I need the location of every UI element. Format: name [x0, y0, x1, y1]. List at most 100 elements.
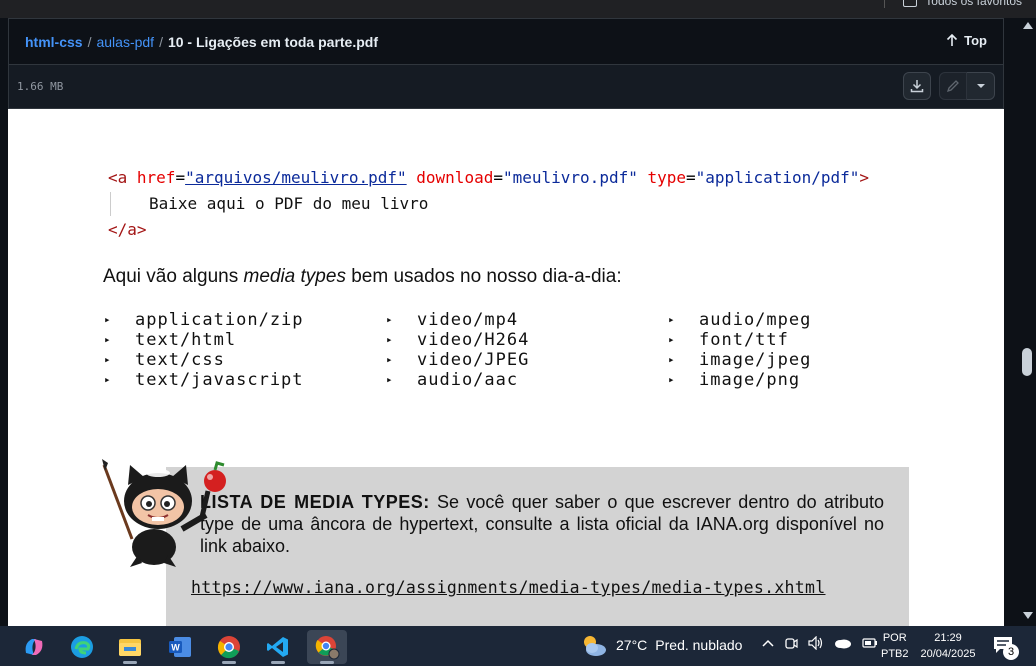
taskbar-vscode[interactable]: [258, 630, 298, 664]
battery-icon[interactable]: [862, 638, 878, 648]
breadcrumb-separator: /: [87, 33, 92, 50]
scroll-down-arrow-icon[interactable]: [1023, 612, 1033, 619]
partly-cloudy-icon: [584, 636, 606, 656]
vscode-icon: [267, 637, 288, 657]
media-type: video/mp4: [417, 310, 519, 330]
media-type: application/zip: [135, 310, 304, 330]
media-types-column-3: ▸ audio/mpeg ▸ font/ttf ▸ image/jpeg ▸ image…: [668, 310, 811, 390]
bullet-icon: ▸: [104, 353, 112, 366]
code-line-open-tag: <a href="arquivos/meulivro.pdf" download…: [108, 165, 869, 191]
code-example: <a href="arquivos/meulivro.pdf" download…: [108, 165, 869, 243]
code-attr-download: download: [406, 168, 494, 187]
code-line-close-tag: </a>: [108, 220, 147, 239]
breadcrumb-repo-link[interactable]: html-css: [25, 34, 83, 50]
callout-box: LISTA DE MEDIA TYPES: Se você quer saber…: [166, 467, 909, 626]
all-favorites-button[interactable]: Todos os favoritos: [884, 0, 1022, 8]
taskbar-chrome[interactable]: [209, 630, 249, 664]
list-item: ▸ video/mp4: [386, 310, 529, 330]
media-type: audio/mpeg: [699, 310, 812, 330]
arrow-up-icon: [947, 34, 958, 46]
edit-options-dropdown[interactable]: [967, 72, 995, 100]
taskbar-file-explorer[interactable]: [110, 630, 150, 664]
time: 21:29: [934, 632, 962, 644]
clock[interactable]: 21:29 20/04/2025: [918, 630, 978, 662]
octocat-painter-icon: [102, 459, 226, 567]
bullet-icon: ▸: [668, 313, 676, 326]
list-item: ▸ video/H264: [386, 330, 529, 350]
bullet-icon: ▸: [386, 313, 394, 326]
scrollbar-thumb[interactable]: [1022, 348, 1032, 376]
bullet-icon: ▸: [668, 353, 676, 366]
windows-taskbar: W 27°C Pred. nublado POR PTB2 21:29 20/0…: [0, 626, 1036, 666]
code-tag: <a: [108, 168, 137, 187]
code-line-content: Baixe aqui o PDF do meu livro: [108, 191, 869, 217]
intro-text: bem usados no nosso dia-a-dia:: [345, 266, 622, 287]
system-tray: [762, 636, 878, 650]
taskbar-copilot[interactable]: [14, 630, 54, 664]
taskbar-edge[interactable]: [62, 630, 102, 664]
running-indicator: [271, 661, 285, 664]
weather-widget[interactable]: 27°C Pred. nublado: [580, 632, 742, 658]
bullet-icon: ▸: [386, 373, 394, 386]
temperature: 27°C: [616, 637, 648, 653]
taskbar-word[interactable]: W: [160, 630, 200, 664]
list-item: ▸ application/zip: [104, 310, 304, 330]
language-code: POR: [882, 632, 907, 644]
media-type: audio/aac: [417, 370, 519, 390]
back-to-top-button[interactable]: Top: [946, 33, 987, 48]
bullet-icon: ▸: [104, 313, 112, 326]
list-item: ▸ image/jpeg: [668, 350, 811, 370]
list-item: ▸ text/html: [104, 330, 304, 350]
code-attr-type: type: [637, 168, 687, 187]
copilot-icon: [25, 639, 43, 655]
media-type: text/javascript: [135, 370, 304, 390]
weather-condition: Pred. nublado: [655, 637, 743, 653]
edit-button[interactable]: [939, 72, 967, 100]
date: 20/04/2025: [920, 648, 976, 660]
taskbar-chrome-profile[interactable]: [307, 630, 347, 664]
media-type: text/html: [135, 330, 237, 350]
list-item: ▸ text/javascript: [104, 370, 304, 390]
breadcrumb-file-name: 10 - Ligações em toda parte.pdf: [167, 33, 379, 50]
scroll-up-arrow-icon[interactable]: [1023, 22, 1033, 29]
list-item: ▸ audio/aac: [386, 370, 529, 390]
input-language[interactable]: POR PTB2: [881, 630, 909, 662]
code-attr-href: href: [136, 168, 176, 187]
notification-count: 3: [1003, 644, 1019, 660]
breadcrumb-folder-link[interactable]: aulas-pdf: [96, 34, 154, 50]
callout-title: LISTA DE MEDIA TYPES:: [200, 492, 430, 512]
meet-now-icon[interactable]: [784, 636, 798, 650]
running-indicator: [123, 661, 137, 664]
code-value-type: "application/pdf": [695, 168, 860, 187]
media-type: font/ttf: [699, 330, 789, 350]
media-type: video/JPEG: [417, 350, 530, 370]
breadcrumb-separator: /: [159, 33, 163, 50]
notifications-button[interactable]: 3: [993, 636, 1019, 660]
list-item: ▸ text/css: [104, 350, 304, 370]
onedrive-cloud-icon[interactable]: [834, 637, 852, 649]
pdf-page: <a href="arquivos/meulivro.pdf" download…: [8, 109, 1004, 626]
bullet-icon: ▸: [668, 333, 676, 346]
edge-icon: [71, 636, 93, 658]
favorites-label: Todos os favoritos: [925, 0, 1022, 8]
page-scrollbar[interactable]: [1004, 18, 1036, 626]
top-label: Top: [964, 33, 987, 48]
bullet-icon: ▸: [104, 333, 112, 346]
code-value-download: "meulivro.pdf": [502, 168, 638, 187]
folder-icon: [903, 0, 918, 7]
edit-split-button: [939, 72, 995, 100]
download-button[interactable]: [903, 72, 931, 100]
chevron-up-icon[interactable]: [762, 639, 774, 647]
browser-favorites-strip: Todos os favoritos: [0, 0, 1036, 18]
keyboard-layout: PTB2: [881, 648, 909, 660]
file-header: html-css / aulas-pdf / 10 - Ligações em …: [8, 18, 1004, 64]
bullet-icon: ▸: [104, 373, 112, 386]
list-item: ▸ image/png: [668, 370, 811, 390]
running-indicator: [222, 661, 236, 664]
bullet-icon: ▸: [386, 333, 394, 346]
list-item: ▸ font/ttf: [668, 330, 811, 350]
bullet-icon: ▸: [668, 373, 676, 386]
volume-icon[interactable]: [808, 636, 824, 650]
iana-link[interactable]: https://www.iana.org/assignments/media-t…: [191, 578, 826, 597]
running-indicator: [320, 661, 334, 664]
